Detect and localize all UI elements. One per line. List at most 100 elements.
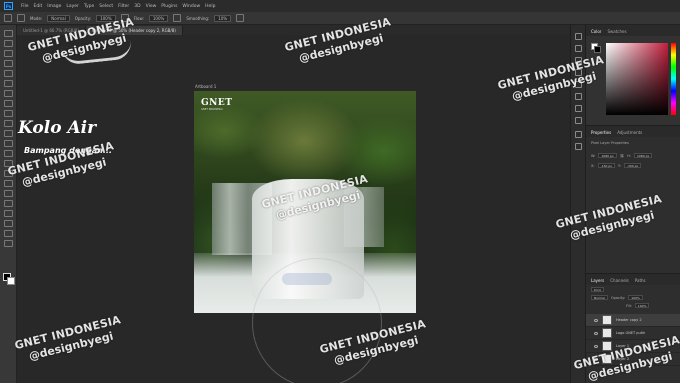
fill-row: Fill: 100% — [626, 303, 650, 308]
menu-select[interactable]: Select — [99, 4, 113, 9]
marquee-tool-icon[interactable] — [4, 40, 13, 47]
brush-settings-icon[interactable] — [17, 14, 25, 22]
brush-cursor-circle — [252, 258, 382, 383]
menu-3d[interactable]: 3D — [134, 4, 140, 9]
layer-fill-field[interactable]: 100% — [634, 303, 650, 308]
y-label: Y: — [618, 163, 621, 168]
layer-thumbnail — [602, 328, 612, 338]
visibility-eye-icon[interactable] — [594, 331, 598, 335]
menu-layer[interactable]: Layer — [66, 4, 79, 9]
width-label: W: — [591, 153, 596, 158]
position-row: X: -150 px Y: -300 px — [591, 163, 642, 168]
menu-help[interactable]: Help — [205, 4, 215, 9]
tab-swatches[interactable]: Swatches — [607, 29, 626, 36]
eyedropper-tool-icon[interactable] — [4, 90, 13, 97]
flow-field[interactable]: 100% — [148, 14, 169, 22]
menu-image[interactable]: Image — [47, 4, 61, 9]
history-brush-tool-icon[interactable] — [4, 130, 13, 137]
layer-fill-label: Fill: — [626, 303, 632, 308]
artboard-label[interactable]: Artboard 1 — [195, 84, 216, 89]
eraser-tool-icon[interactable] — [4, 140, 13, 147]
photoshop-window: Ps File Edit Image Layer Type Select Fil… — [0, 0, 680, 383]
hand-tool-icon[interactable] — [4, 220, 13, 227]
menu-type[interactable]: Type — [84, 4, 94, 9]
tab-layers[interactable]: Layers — [591, 278, 604, 285]
actions-panel-icon[interactable] — [575, 131, 582, 138]
layer-thumbnail — [602, 315, 612, 325]
gnet-logo-subtitle: GNET INDONESIA — [201, 108, 223, 111]
menu-bar: Ps File Edit Image Layer Type Select Fil… — [0, 0, 680, 12]
learn-panel-icon[interactable] — [575, 117, 582, 124]
link-icon[interactable]: ⛓ — [620, 154, 624, 158]
glyphs-panel-icon[interactable] — [575, 143, 582, 150]
layer-name: Logo GNET putih — [616, 331, 646, 335]
properties-kind-row: Pixel Layer Properties — [591, 141, 629, 145]
size-row: W: 1080 px ⛓ H: 1080 px — [591, 153, 653, 158]
path-select-tool-icon[interactable] — [4, 200, 13, 207]
layer-filter-row: Kind — [591, 287, 604, 292]
clone-stamp-tool-icon[interactable] — [4, 120, 13, 127]
frame-tool-icon[interactable] — [4, 80, 13, 87]
zoom-tool-icon[interactable] — [4, 230, 13, 237]
menu-filter[interactable]: Filter — [118, 4, 129, 9]
x-field[interactable]: -150 px — [597, 163, 616, 168]
blend-row: Normal Opacity: 100% — [591, 295, 643, 300]
layer-name: Header copy 2 — [616, 318, 642, 322]
visibility-eye-icon[interactable] — [594, 344, 598, 348]
smoothing-options-gear-icon[interactable] — [236, 14, 245, 22]
more-tools-icon[interactable] — [4, 240, 13, 247]
hue-slider[interactable] — [671, 43, 676, 115]
info-panel-icon[interactable] — [575, 93, 582, 100]
menu-edit[interactable]: Edit — [34, 4, 43, 9]
color-panel-background-swatch[interactable] — [594, 46, 601, 53]
color-panel-tabs: Color Swatches — [586, 25, 680, 36]
y-field[interactable]: -300 px — [623, 163, 642, 168]
menu-view[interactable]: View — [146, 4, 157, 9]
photoshop-logo-icon[interactable]: Ps — [4, 2, 13, 10]
tools-panel — [0, 25, 17, 383]
navigator-panel-icon[interactable] — [575, 105, 582, 112]
background-color-swatch[interactable] — [7, 277, 15, 285]
smoothing-label: Smoothing: — [186, 15, 210, 21]
tab-color[interactable]: Color — [591, 29, 601, 36]
tab-paths[interactable]: Paths — [635, 278, 646, 285]
properties-kind-label: Pixel Layer Properties — [591, 141, 629, 145]
menu-window[interactable]: Window — [182, 4, 200, 9]
mode-select[interactable]: Normal — [47, 14, 70, 22]
move-tool-icon[interactable] — [4, 30, 13, 37]
height-label: H: — [627, 153, 631, 158]
brush-panel-icon[interactable] — [575, 45, 582, 52]
gnet-logo: GNET — [201, 98, 233, 108]
menu-plugins[interactable]: Plugins — [161, 4, 177, 9]
layer-row[interactable]: Header copy 2 — [586, 314, 680, 327]
layers-panel-tabs: Layers Channels Paths — [586, 274, 680, 285]
lasso-tool-icon[interactable] — [4, 50, 13, 57]
tab-channels[interactable]: Channels — [610, 278, 629, 285]
mode-label: Mode: — [30, 15, 43, 21]
history-panel-icon[interactable] — [575, 33, 582, 40]
color-picker-field[interactable] — [606, 43, 668, 115]
rectangle-tool-icon[interactable] — [4, 210, 13, 217]
layer-opacity-field[interactable]: 100% — [628, 295, 643, 300]
x-label: X: — [591, 163, 595, 168]
flow-label: Flow: — [133, 15, 144, 21]
tab-properties[interactable]: Properties — [591, 130, 611, 137]
healing-brush-tool-icon[interactable] — [4, 100, 13, 107]
smoothing-field[interactable]: 10% — [214, 14, 232, 22]
brush-tool-preset-icon[interactable] — [4, 14, 12, 22]
quick-select-tool-icon[interactable] — [4, 60, 13, 67]
layer-opacity-label: Opacity: — [610, 295, 626, 300]
gradient-tool-icon[interactable] — [4, 150, 13, 157]
airbrush-icon[interactable] — [173, 14, 182, 22]
properties-panel-tabs: Properties Adjustments — [586, 126, 680, 137]
layer-kind-filter[interactable]: Kind — [591, 287, 604, 292]
visibility-eye-icon[interactable] — [594, 318, 598, 322]
blend-mode-select[interactable]: Normal — [591, 295, 608, 300]
tab-adjustments[interactable]: Adjustments — [617, 130, 642, 137]
menu-file[interactable]: File — [21, 4, 29, 9]
opacity-label: Opacity: — [74, 15, 92, 21]
width-field[interactable]: 1080 px — [598, 153, 617, 158]
crop-tool-icon[interactable] — [4, 70, 13, 77]
height-field[interactable]: 1080 px — [633, 153, 653, 158]
brush-tool-icon[interactable] — [4, 110, 13, 117]
